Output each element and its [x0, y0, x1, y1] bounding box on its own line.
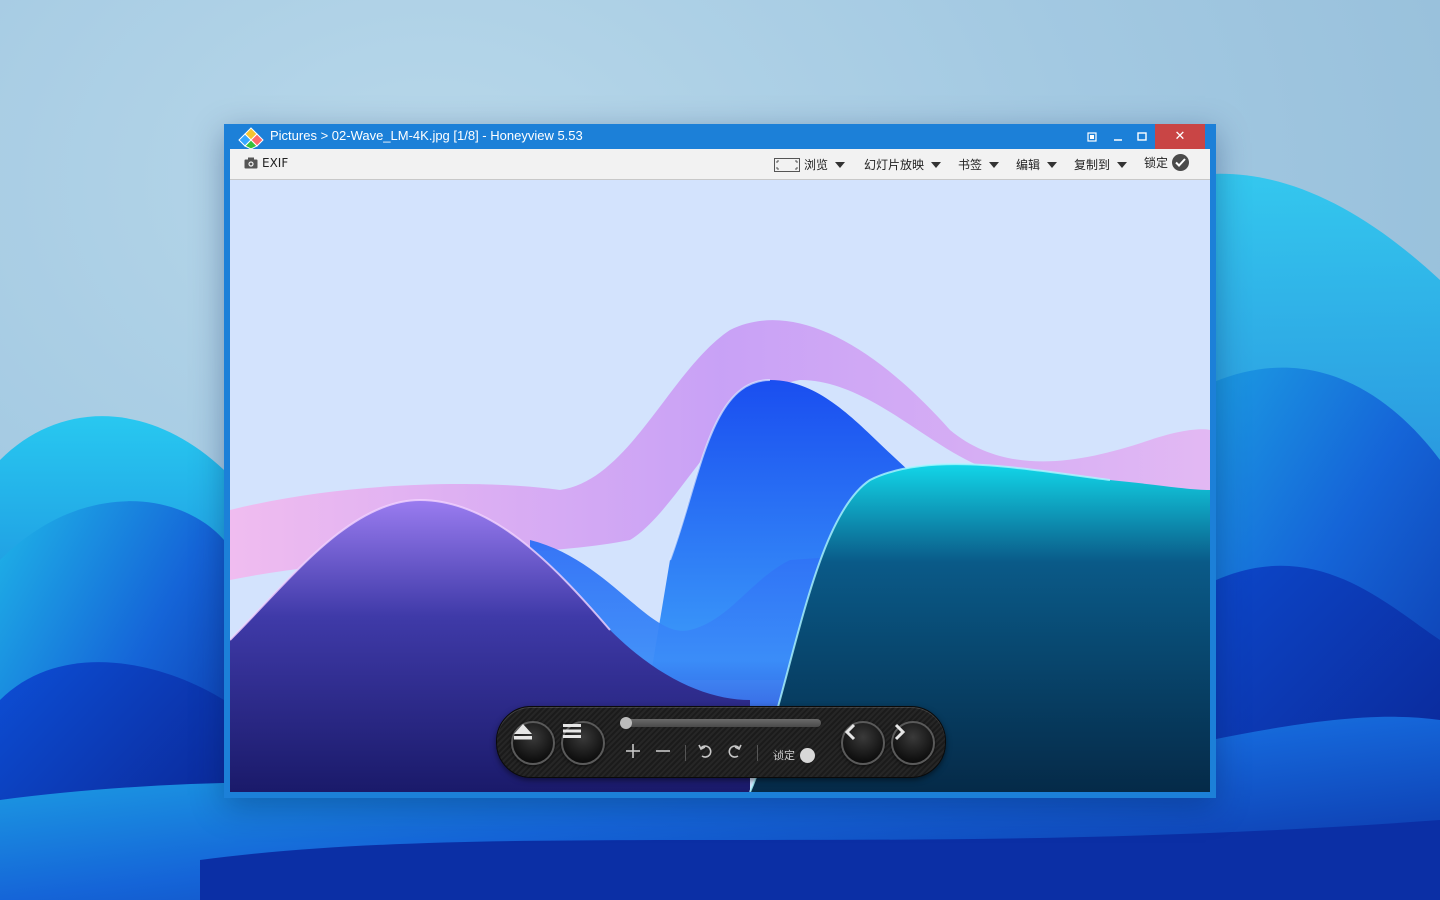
progress-knob[interactable] [620, 717, 632, 729]
menu-copy-to-label: 复制到 [1074, 158, 1111, 172]
fullscreen-icon [1087, 131, 1097, 142]
maximize-button[interactable] [1132, 124, 1152, 149]
chevron-down-icon [931, 161, 942, 168]
window-title: Pictures > 02-Wave_LM-4K.jpg [1/8] - Hon… [270, 128, 583, 143]
osd-control-bar: 锁定 [496, 706, 946, 778]
exif-label: EXIF [262, 156, 289, 170]
next-icon [894, 723, 906, 741]
maximize-icon [1137, 131, 1147, 141]
honeyview-app-icon [238, 127, 264, 149]
lock-label: 锁定 [1144, 156, 1169, 170]
film-frame-icon [774, 157, 800, 172]
menu-icon [563, 724, 581, 738]
close-button[interactable]: ✕ [1155, 124, 1205, 149]
eject-button[interactable] [511, 721, 555, 765]
zoom-out-icon [656, 750, 670, 752]
menu-edit-label: 编辑 [1016, 158, 1041, 172]
camera-icon [244, 157, 258, 169]
osd-lock-toggle[interactable]: 锁定 [773, 747, 815, 763]
fullscreen-button[interactable] [1082, 124, 1102, 149]
check-icon [1172, 154, 1190, 171]
honeyview-window: Pictures > 02-Wave_LM-4K.jpg [1/8] - Hon… [224, 124, 1216, 798]
menu-bookmarks-label: 书签 [958, 158, 983, 172]
close-icon: ✕ [1174, 129, 1186, 144]
eject-icon [514, 724, 532, 740]
chevron-down-icon [989, 161, 1000, 168]
chevron-down-icon [1047, 161, 1058, 168]
minimize-icon [1114, 138, 1122, 141]
chevron-down-icon [1117, 161, 1128, 168]
divider [685, 745, 686, 761]
menu-bar: EXIF 浏览 幻灯片放映 书签 编辑 复制到 锁定 [230, 149, 1210, 180]
menu-slideshow[interactable]: 幻灯片放映 [864, 156, 942, 173]
menu-bookmarks[interactable]: 书签 [958, 156, 1000, 173]
image-viewport[interactable]: 锁定 [230, 180, 1210, 792]
rotate-right-icon [728, 744, 742, 758]
divider [757, 745, 758, 761]
menu-copy-to[interactable]: 复制到 [1074, 156, 1128, 173]
menu-edit[interactable]: 编辑 [1016, 156, 1058, 173]
zoom-in-icon [626, 744, 640, 758]
exif-button[interactable]: EXIF [244, 156, 288, 170]
previous-button[interactable] [841, 721, 885, 765]
menu-browse-label: 浏览 [804, 158, 829, 172]
rotate-left-icon [698, 744, 712, 758]
wave-image [230, 180, 1210, 792]
progress-slider[interactable] [620, 717, 821, 729]
chevron-down-icon [835, 161, 846, 168]
menu-slideshow-label: 幻灯片放映 [864, 158, 925, 172]
menu-browse[interactable]: 浏览 [774, 156, 846, 173]
title-bar[interactable]: Pictures > 02-Wave_LM-4K.jpg [1/8] - Hon… [224, 124, 1216, 149]
next-button[interactable] [891, 721, 935, 765]
minimize-button[interactable] [1108, 124, 1128, 149]
menu-button[interactable] [561, 721, 605, 765]
check-icon [773, 747, 815, 763]
lock-toggle[interactable]: 锁定 [1144, 154, 1190, 171]
previous-icon [844, 723, 856, 741]
